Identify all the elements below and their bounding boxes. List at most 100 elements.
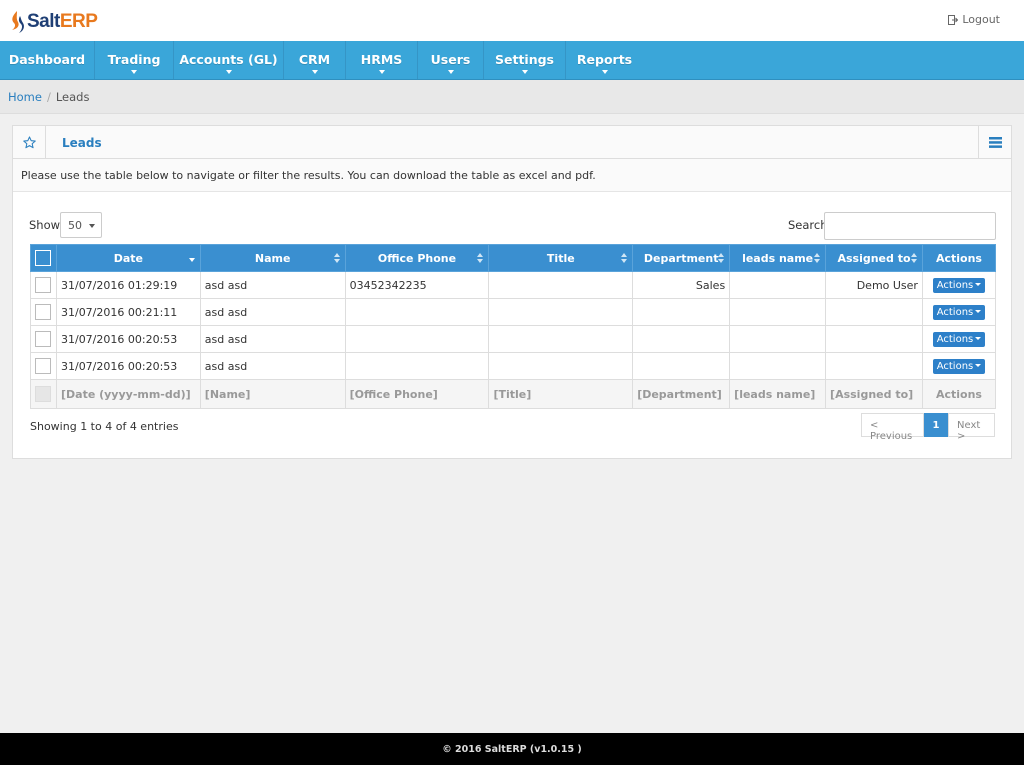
row-actions-button[interactable]: Actions <box>932 358 986 374</box>
column-header-name[interactable]: Name <box>199 244 346 272</box>
caret-down-icon <box>975 283 982 286</box>
column-header-office-phone[interactable]: Office Phone <box>344 244 490 272</box>
row-select-cell <box>30 325 57 353</box>
cell-actions: Actions <box>921 271 997 299</box>
cell-name: asd asd <box>199 298 346 326</box>
row-select-cell <box>30 298 57 326</box>
row-actions-button[interactable]: Actions <box>932 304 986 320</box>
actions-label: Actions <box>936 279 974 291</box>
panel-menu-button[interactable] <box>978 126 1011 158</box>
chevron-down-icon <box>447 70 454 74</box>
row-actions-button[interactable]: Actions <box>932 277 986 293</box>
cell-department <box>632 352 731 380</box>
row-checkbox[interactable] <box>35 331 52 347</box>
cell-assigned-to <box>825 298 923 326</box>
filter-department[interactable]: [Department] <box>632 379 731 409</box>
table-header-row: Date Name Office Phone Title Department … <box>30 244 997 272</box>
filter-row: [Date (yyyy-mm-dd)] [Name] [Office Phone… <box>30 379 997 409</box>
sort-icon <box>814 253 821 264</box>
column-label: Office Phone <box>377 251 457 265</box>
column-header-date[interactable]: Date <box>55 244 201 272</box>
sort-desc-icon <box>188 258 195 262</box>
nav-item-users[interactable]: Users <box>418 41 484 79</box>
app-logo[interactable]: SaltERP <box>8 10 98 34</box>
cell-assigned-to <box>825 352 923 380</box>
row-checkbox[interactable] <box>35 304 52 320</box>
chevron-down-icon <box>378 70 385 74</box>
cell-department <box>632 298 731 326</box>
show-entries-select[interactable]: 50 <box>60 212 102 238</box>
cell-date: 31/07/2016 01:29:19 <box>55 271 201 299</box>
star-icon <box>22 135 36 148</box>
filter-checkbox <box>35 386 52 402</box>
cell-actions: Actions <box>921 298 997 326</box>
cell-name: asd asd <box>199 271 346 299</box>
next-page-button[interactable]: Next > <box>948 413 995 442</box>
filter-name[interactable]: [Name] <box>199 379 346 409</box>
show-entries-value: 50 <box>68 219 82 232</box>
nav-label: Settings <box>494 52 554 67</box>
cell-assigned-to <box>825 325 923 353</box>
filter-title[interactable]: [Title] <box>488 379 634 409</box>
select-all-checkbox[interactable] <box>35 250 52 266</box>
cell-title <box>488 298 634 326</box>
caret-down-icon <box>975 337 982 340</box>
chevron-down-icon <box>601 70 608 74</box>
cell-date: 31/07/2016 00:20:53 <box>55 325 201 353</box>
column-header-leads-name[interactable]: leads name <box>729 244 827 272</box>
cell-leads-name <box>729 352 827 380</box>
filter-leads-name[interactable]: [leads name] <box>729 379 827 409</box>
cell-office-phone <box>344 298 490 326</box>
column-label: Name <box>254 251 291 265</box>
logo-text: SaltERP <box>27 11 98 33</box>
page-1-button[interactable]: 1 <box>924 413 948 437</box>
chevron-down-icon <box>89 224 95 228</box>
cell-title <box>488 352 634 380</box>
cell-department: Sales <box>632 271 731 299</box>
chevron-down-icon <box>131 70 137 74</box>
filter-office-phone[interactable]: [Office Phone] <box>344 379 490 409</box>
sort-icon <box>333 253 340 264</box>
select-all-header <box>30 244 57 272</box>
filter-assigned-to[interactable]: [Assigned to] <box>825 379 923 409</box>
breadcrumb-home-link[interactable]: Home <box>8 90 42 104</box>
nav-item-settings[interactable]: Settings <box>484 41 566 79</box>
row-checkbox[interactable] <box>35 358 52 374</box>
column-label: Title <box>546 251 575 265</box>
table-row: 31/07/2016 01:29:19 asd asd 03452342235 … <box>30 271 997 299</box>
search-input[interactable] <box>824 212 996 240</box>
column-label: Department <box>643 251 719 265</box>
caret-down-icon <box>975 364 982 367</box>
table-info: Showing 1 to 4 of 4 entries <box>30 420 179 433</box>
cell-date: 31/07/2016 00:21:11 <box>55 298 201 326</box>
nav-item-crm[interactable]: CRM <box>284 41 346 79</box>
nav-label: Trading <box>107 52 161 67</box>
logo-text-erp: ERP <box>59 11 98 32</box>
row-actions-button[interactable]: Actions <box>932 331 986 347</box>
column-header-department[interactable]: Department <box>632 244 731 272</box>
cell-title <box>488 271 634 299</box>
nav-item-dashboard[interactable]: Dashboard <box>0 41 95 79</box>
chevron-down-icon <box>225 70 232 74</box>
nav-item-reports[interactable]: Reports <box>566 41 643 79</box>
list-menu-icon <box>988 136 1002 148</box>
actions-label: Actions <box>936 306 974 318</box>
column-header-title[interactable]: Title <box>488 244 634 272</box>
logout-link[interactable]: Logout <box>948 13 1000 26</box>
nav-item-trading[interactable]: Trading <box>95 41 174 79</box>
search-label: Search <box>788 218 828 232</box>
column-label: Date <box>113 251 144 265</box>
column-header-actions: Actions <box>921 244 997 272</box>
nav-label: HRMS <box>360 52 403 67</box>
cell-office-phone <box>344 352 490 380</box>
chevron-down-icon <box>521 70 528 74</box>
favorite-button[interactable] <box>13 126 46 158</box>
filter-date[interactable]: [Date (yyyy-mm-dd)] <box>55 379 201 409</box>
chevron-down-icon <box>311 70 318 74</box>
nav-item-hrms[interactable]: HRMS <box>346 41 418 79</box>
sort-icon <box>718 253 725 264</box>
nav-item-accounts[interactable]: Accounts (GL) <box>174 41 284 79</box>
row-checkbox[interactable] <box>35 277 52 293</box>
column-header-assigned-to[interactable]: Assigned to <box>825 244 923 272</box>
previous-page-button[interactable]: < Previous <box>861 413 924 442</box>
